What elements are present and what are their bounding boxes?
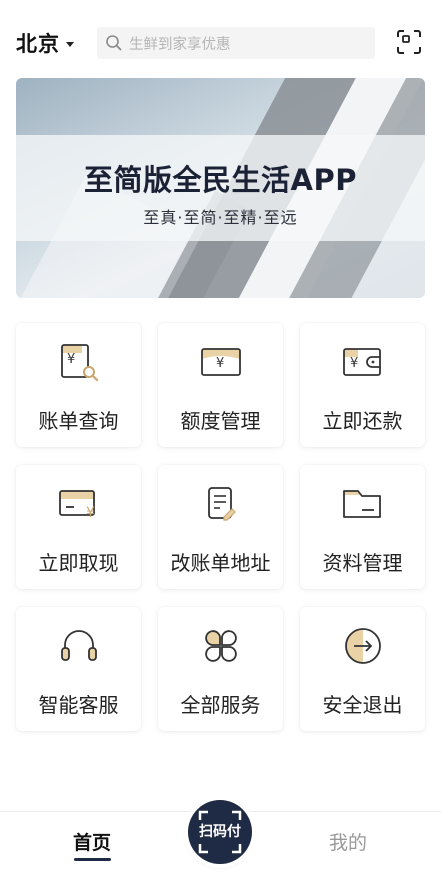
credit-limit-icon: ¥ (201, 348, 241, 376)
banner-subtitle: 至真·至简·至精·至远 (143, 208, 298, 227)
service-label: 改账单地址 (170, 551, 271, 575)
service-cash-advance[interactable]: ¥ 立即取现 (16, 465, 141, 589)
svg-text:¥: ¥ (350, 356, 358, 371)
service-label: 智能客服 (38, 693, 119, 717)
service-secure-logout[interactable]: 安全退出 (300, 607, 425, 731)
headset-icon (61, 630, 97, 661)
scan-pay-label: 扫码付 (199, 824, 241, 840)
service-label: 全部服务 (180, 693, 261, 717)
service-label: 额度管理 (180, 409, 261, 433)
service-change-bill-address[interactable]: 改账单地址 (158, 465, 283, 589)
service-repay-now[interactable]: ¥ 立即还款 (300, 323, 425, 447)
service-profile-management[interactable]: 资料管理 (300, 465, 425, 589)
service-smart-support[interactable]: 智能客服 (16, 607, 141, 731)
search-bar[interactable]: 生鲜到家享优惠 (97, 27, 375, 59)
folder-icon (343, 490, 381, 518)
promo-banner[interactable]: 至简版全民生活APP 至真·至简·至精·至远 (16, 78, 425, 298)
svg-text:¥: ¥ (86, 505, 95, 521)
clover-grid-icon (205, 630, 237, 662)
banner-title: 至简版全民生活APP (84, 163, 357, 197)
scan-pay-button[interactable]: 扫码付 (188, 800, 252, 864)
service-label: 立即取现 (38, 551, 119, 575)
card-cash-icon: ¥ (59, 490, 95, 521)
search-placeholder: 生鲜到家享优惠 (129, 36, 231, 53)
bill-search-icon: ¥ (61, 344, 99, 382)
svg-text:¥: ¥ (67, 352, 75, 367)
service-label: 资料管理 (322, 551, 403, 575)
exit-arrow-icon (345, 628, 381, 664)
city-name: 北京 (16, 32, 60, 56)
tab-home[interactable]: 首页 (73, 828, 111, 855)
service-all-services[interactable]: 全部服务 (158, 607, 283, 731)
search-icon (106, 35, 122, 51)
scan-icon[interactable] (395, 28, 423, 56)
service-label: 安全退出 (322, 693, 403, 717)
service-bill-query[interactable]: ¥ 账单查询 (16, 323, 141, 447)
chevron-down-icon (66, 41, 74, 47)
service-label: 立即还款 (322, 409, 403, 433)
wallet-repay-icon: ¥ (343, 348, 381, 376)
city-selector[interactable]: 北京 (16, 28, 74, 58)
service-label: 账单查询 (38, 409, 119, 433)
document-edit-icon (208, 487, 236, 521)
service-credit-limit[interactable]: ¥ 额度管理 (158, 323, 283, 447)
top-header: 北京 生鲜到家享优惠 (0, 0, 441, 80)
tab-home-indicator (74, 858, 111, 861)
svg-text:¥: ¥ (216, 356, 224, 371)
tab-mine[interactable]: 我的 (329, 828, 367, 855)
